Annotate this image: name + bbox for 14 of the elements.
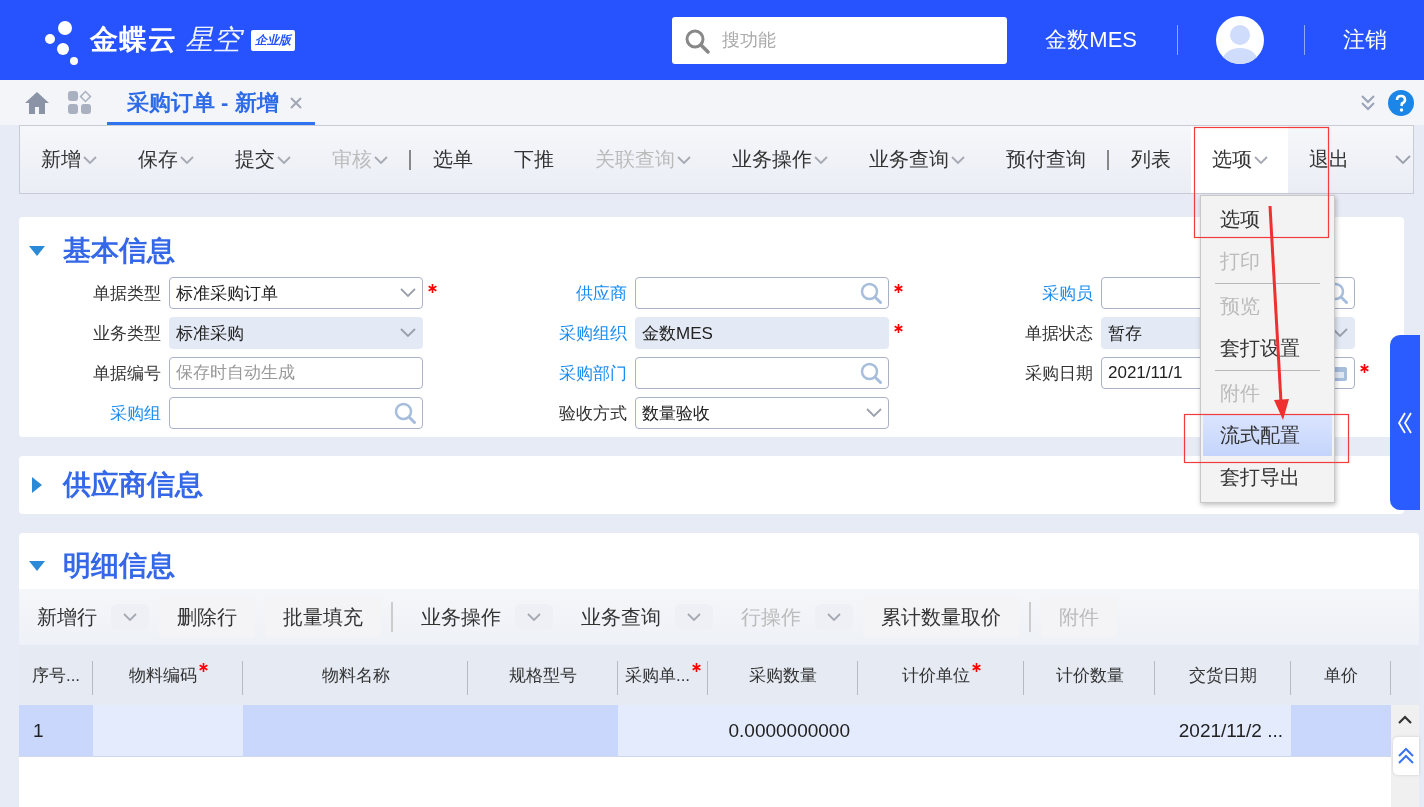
edition-badge: 企业版 bbox=[251, 29, 295, 51]
field-label: 单据编号 bbox=[92, 362, 161, 385]
section-title: 基本信息 bbox=[63, 234, 175, 268]
section-title: 供应商信息 bbox=[63, 468, 203, 502]
table-cell: 2021/11/2 ... bbox=[1155, 705, 1291, 756]
field-label: 验收方式 bbox=[558, 402, 627, 425]
brand-name: 金蝶云 bbox=[90, 23, 177, 57]
field-label: 业务类型 bbox=[92, 322, 161, 345]
field-label: 单据类型 bbox=[92, 282, 161, 305]
field-label: 单据状态 bbox=[1024, 322, 1093, 345]
table-cell: 0.0000000000 bbox=[708, 705, 858, 756]
section-title: 明细信息 bbox=[63, 549, 175, 583]
field-label: 采购日期 bbox=[1024, 362, 1093, 385]
table-cell: 1 bbox=[19, 705, 93, 756]
